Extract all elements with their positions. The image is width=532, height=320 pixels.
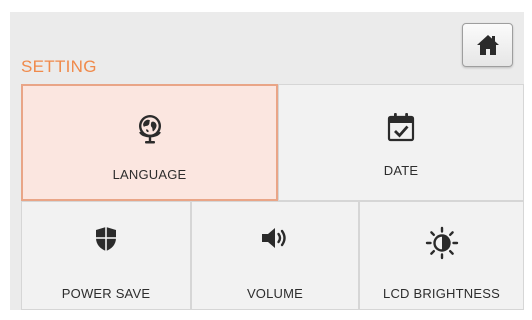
shield-icon xyxy=(96,227,116,251)
speaker-icon xyxy=(262,228,286,248)
home-icon xyxy=(476,35,499,55)
power-save-label: POWER SAVE xyxy=(61,286,151,301)
language-tile[interactable]: LANGUAGE xyxy=(21,84,278,201)
calendar-check-icon xyxy=(387,113,415,142)
date-tile[interactable]: DATE xyxy=(278,84,524,201)
lcd-brightness-tile[interactable]: LCD BRIGHTNESS xyxy=(359,201,524,310)
date-label: DATE xyxy=(383,163,419,178)
lcd-brightness-label: LCD BRIGHTNESS xyxy=(383,286,500,301)
language-label: LANGUAGE xyxy=(112,167,187,182)
page-title: SETTING xyxy=(21,57,97,76)
power-save-tile[interactable]: POWER SAVE xyxy=(21,201,191,310)
globe-icon xyxy=(138,115,161,144)
volume-label: VOLUME xyxy=(246,286,304,301)
settings-screen: SETTING LANGUAGE DATE POWER SAVE VOLUME … xyxy=(10,12,524,310)
volume-tile[interactable]: VOLUME xyxy=(191,201,359,310)
home-button[interactable] xyxy=(462,23,513,67)
brightness-icon xyxy=(425,226,458,260)
